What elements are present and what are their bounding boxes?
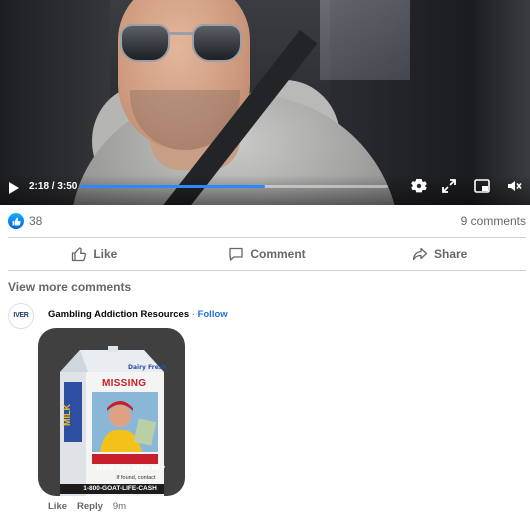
like-label: Like [93,247,118,261]
video-progress-bar[interactable] [80,185,388,188]
carton-side-text: MILK [62,404,72,426]
expand-icon[interactable] [441,178,457,194]
comment-reply-button[interactable]: Reply [77,501,103,513]
pip-icon[interactable] [474,178,490,194]
follow-button[interactable]: Follow [198,309,228,320]
avatar-logo-text: IVER [13,312,29,319]
missing-milk-carton-sticker[interactable]: Dairy Fresh MISSING MILK HAVE YOU SEEN M… [38,328,185,496]
carton-missing-text: MISSING [102,378,147,389]
speech-bubble-icon [229,247,243,261]
comment-timestamp[interactable]: 9m [113,501,126,513]
carton-if-found: If found, contact [116,475,156,481]
volume-muted-icon[interactable] [507,178,523,194]
share-button[interactable]: Share [353,240,526,268]
carton-have-you-seen: HAVE YOU SEEN ME? [96,465,166,472]
share-arrow-icon [412,247,428,261]
comment-button[interactable]: Comment [181,240,354,268]
video-time: 2:18 / 3:50 [29,181,78,192]
separator-dot: · [189,309,198,320]
comment-label: Comment [250,247,306,261]
sunglasses-left-lens [120,24,170,62]
carton-phone: 1-800-GOAT-LIFE-CASH [83,485,157,492]
comment-author[interactable]: Gambling Addiction Resources [48,309,189,320]
divider-top [8,237,526,238]
post-actions: Like Comment Share [8,240,526,268]
comment-header: Gambling Addiction Resources · Follow [48,309,228,321]
video-progress-fill [80,185,265,188]
video-player[interactable]: 2:18 / 3:50 [0,0,530,205]
share-label: Share [434,247,468,261]
comment-count[interactable]: 9 comments [461,214,526,228]
sunglasses-bridge [168,32,194,35]
car-window [320,0,410,80]
sunglasses-right-lens [192,24,242,62]
comment-like-button[interactable]: Like [48,501,67,513]
comment-meta: Like Reply 9m [48,501,126,513]
carton-brand: Dairy Fresh [128,364,167,371]
like-button[interactable]: Like [8,240,181,268]
avatar[interactable]: IVER [8,303,34,329]
thumbs-up-outline-icon [72,247,87,262]
reaction-summary[interactable]: 38 [8,212,42,230]
reaction-count: 38 [29,214,43,228]
divider-bottom [8,270,526,271]
view-more-comments-link[interactable]: View more comments [8,280,131,294]
play-icon[interactable] [8,181,20,195]
thumbs-up-icon [8,213,24,229]
gear-icon[interactable] [411,178,427,194]
